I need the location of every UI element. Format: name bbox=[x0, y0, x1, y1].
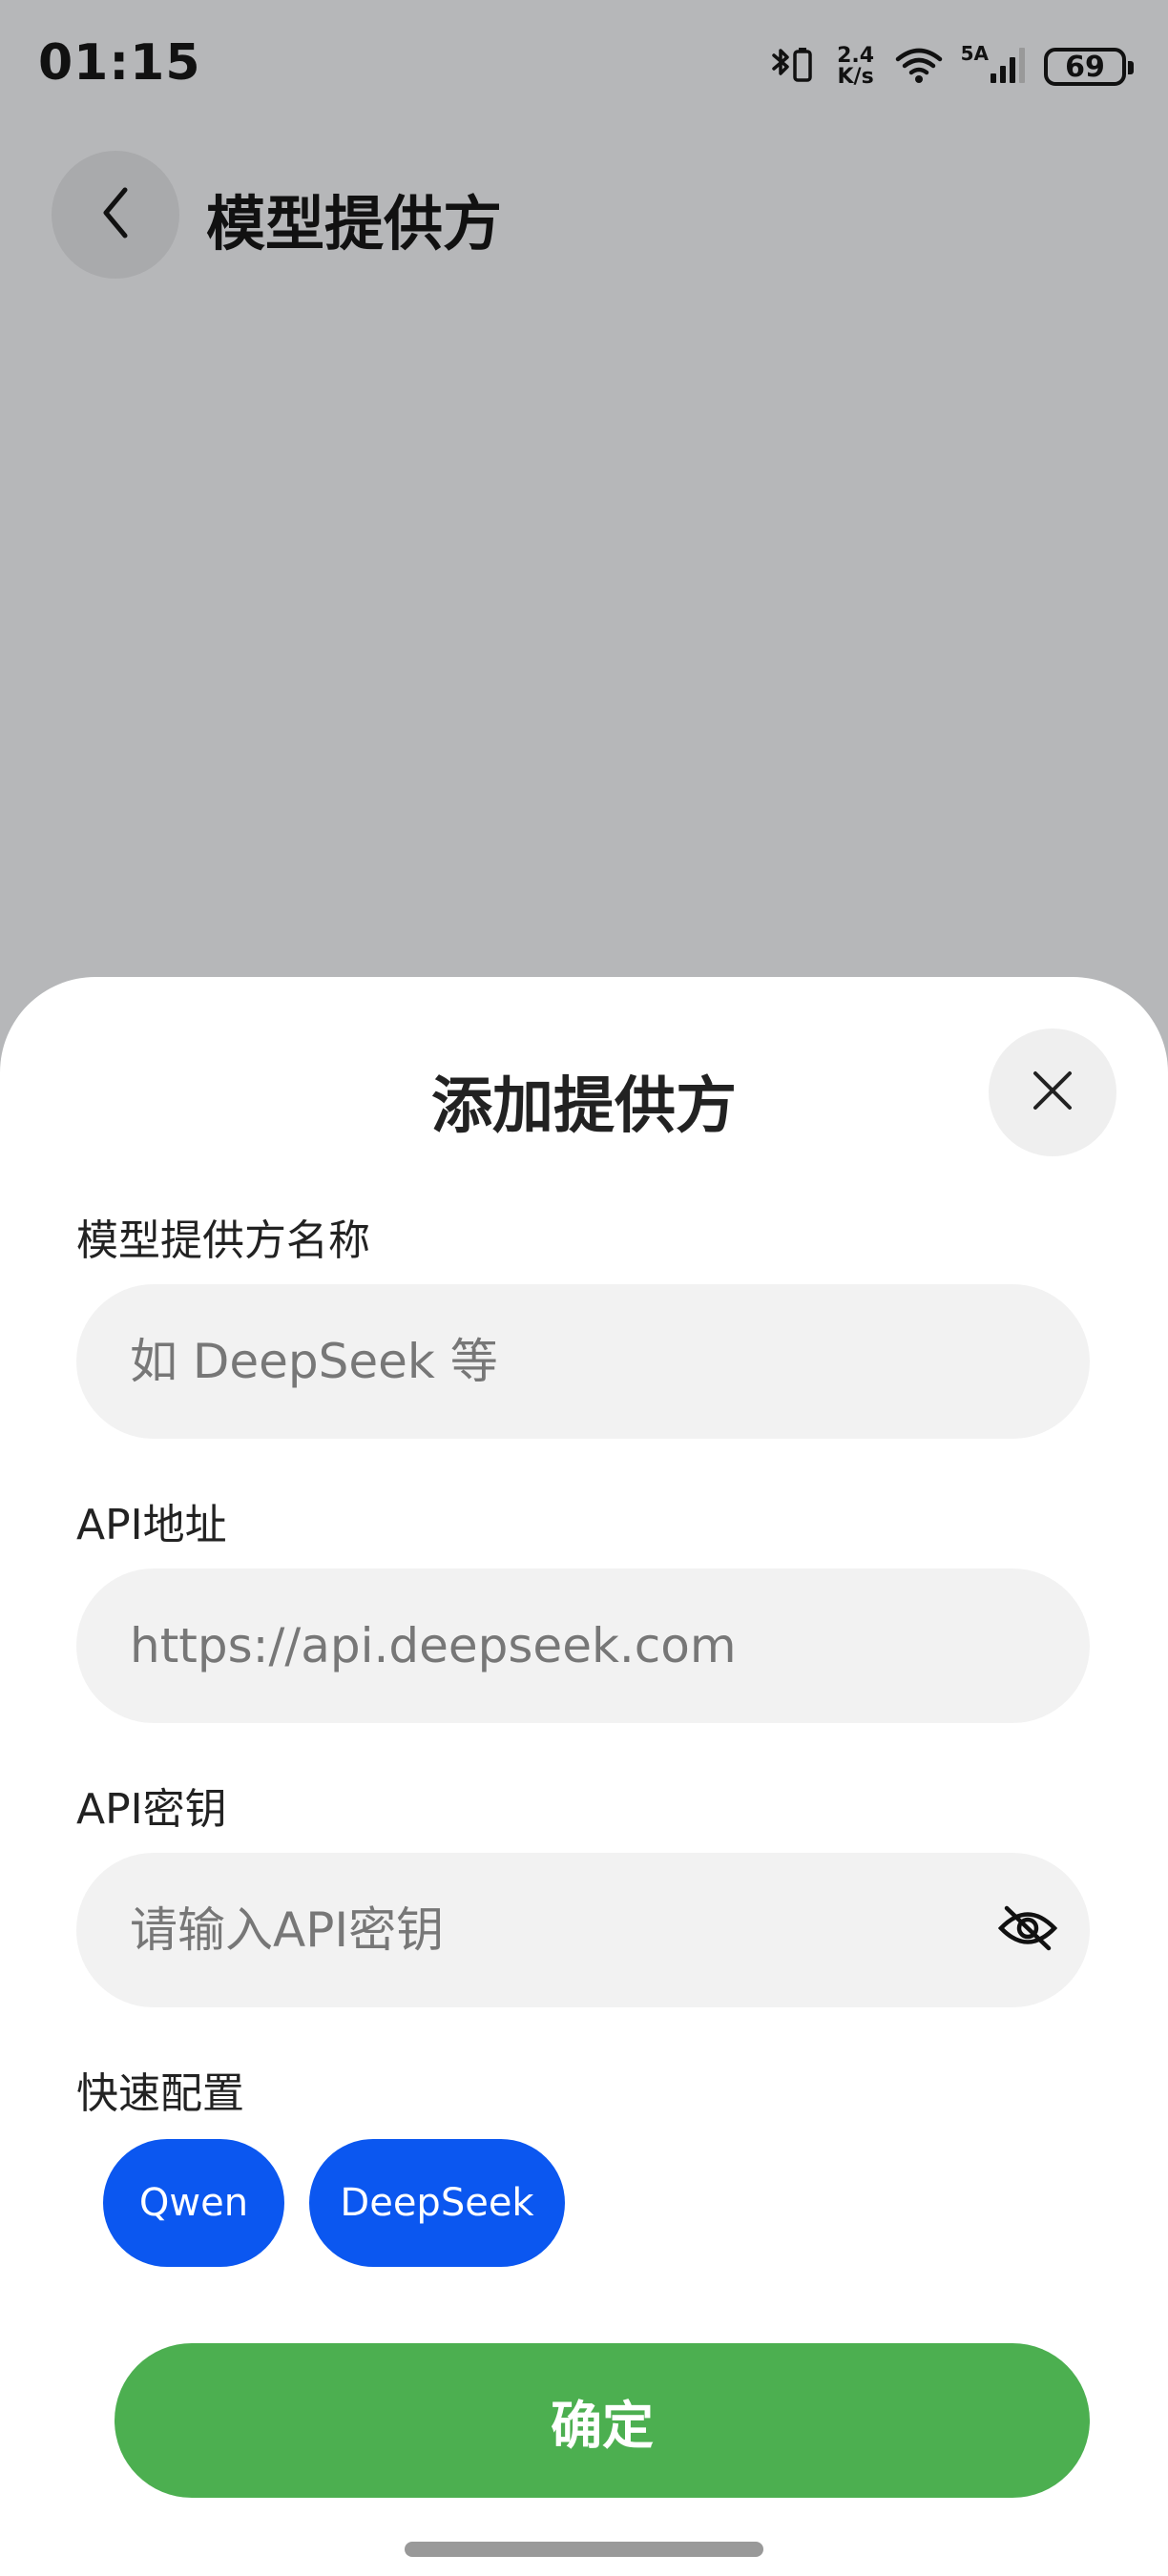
api-key-field bbox=[76, 1853, 1090, 2007]
page-title: 模型提供方 bbox=[206, 189, 503, 259]
cellular-signal-icon bbox=[989, 45, 1027, 89]
provider-name-field bbox=[76, 1284, 1090, 1439]
api-key-input[interactable] bbox=[76, 1853, 1090, 2007]
net-speed: 2.4 K/s bbox=[835, 46, 877, 88]
status-icons: 2.4 K/s 5A 69 bbox=[768, 42, 1134, 92]
chevron-left-icon bbox=[96, 184, 135, 245]
quick-config-qwen-button[interactable]: Qwen bbox=[103, 2139, 284, 2267]
wifi-icon bbox=[894, 46, 944, 88]
signal-label: 5A bbox=[960, 42, 989, 65]
add-provider-sheet: 添加提供方 模型提供方名称 API地址 API密钥 快速配 bbox=[0, 977, 1168, 2576]
quick-config-label: 快速配置 bbox=[76, 2069, 244, 2118]
toggle-visibility-button[interactable] bbox=[994, 1897, 1061, 1963]
api-url-label: API地址 bbox=[76, 1501, 227, 1549]
close-button[interactable] bbox=[989, 1028, 1116, 1156]
provider-name-label: 模型提供方名称 bbox=[76, 1216, 370, 1265]
status-bar: 01:15 2.4 K/s 5A 69 bbox=[0, 0, 1168, 134]
battery-level: 69 bbox=[1065, 50, 1105, 84]
eye-off-icon bbox=[997, 1904, 1058, 1956]
api-key-label: API密钥 bbox=[76, 1785, 227, 1834]
status-time: 01:15 bbox=[38, 34, 201, 92]
battery-icon: 69 bbox=[1044, 48, 1134, 86]
provider-name-input[interactable] bbox=[76, 1284, 1090, 1439]
back-button[interactable] bbox=[52, 151, 179, 279]
net-speed-unit: K/s bbox=[837, 65, 874, 89]
api-url-input[interactable] bbox=[76, 1568, 1090, 1723]
home-indicator[interactable] bbox=[405, 2542, 763, 2557]
api-url-field bbox=[76, 1568, 1090, 1723]
close-icon bbox=[1030, 1068, 1075, 1117]
quick-config-deepseek-button[interactable]: DeepSeek bbox=[309, 2139, 565, 2267]
net-speed-value: 2.4 bbox=[837, 44, 875, 68]
confirm-button[interactable]: 确定 bbox=[115, 2343, 1090, 2498]
bluetooth-icon bbox=[768, 42, 818, 92]
